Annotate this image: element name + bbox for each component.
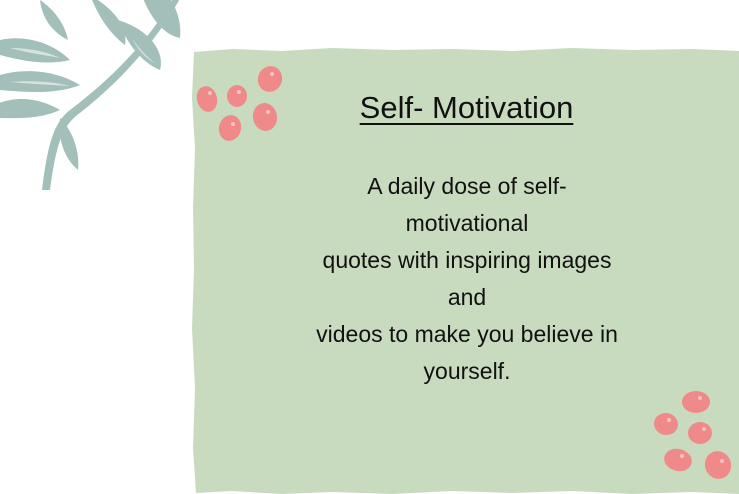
description-line: A daily dose of self-: [367, 173, 567, 199]
description-line: yourself.: [423, 358, 511, 384]
description-line: quotes with inspiring images: [322, 247, 612, 273]
leaf-branch-icon: [0, 0, 181, 190]
description-line: and: [447, 284, 487, 310]
slide: Self- Motivation A daily dose of self- m…: [0, 0, 739, 494]
title-area: Self- Motivation: [192, 0, 739, 140]
card-description: A daily dose of self- motivational quote…: [262, 168, 672, 390]
description-line: motivational: [405, 210, 529, 236]
card-title: Self- Motivation: [359, 90, 574, 125]
description-line: videos to make you believe in: [316, 321, 618, 347]
berry-cluster-icon: [654, 391, 732, 479]
